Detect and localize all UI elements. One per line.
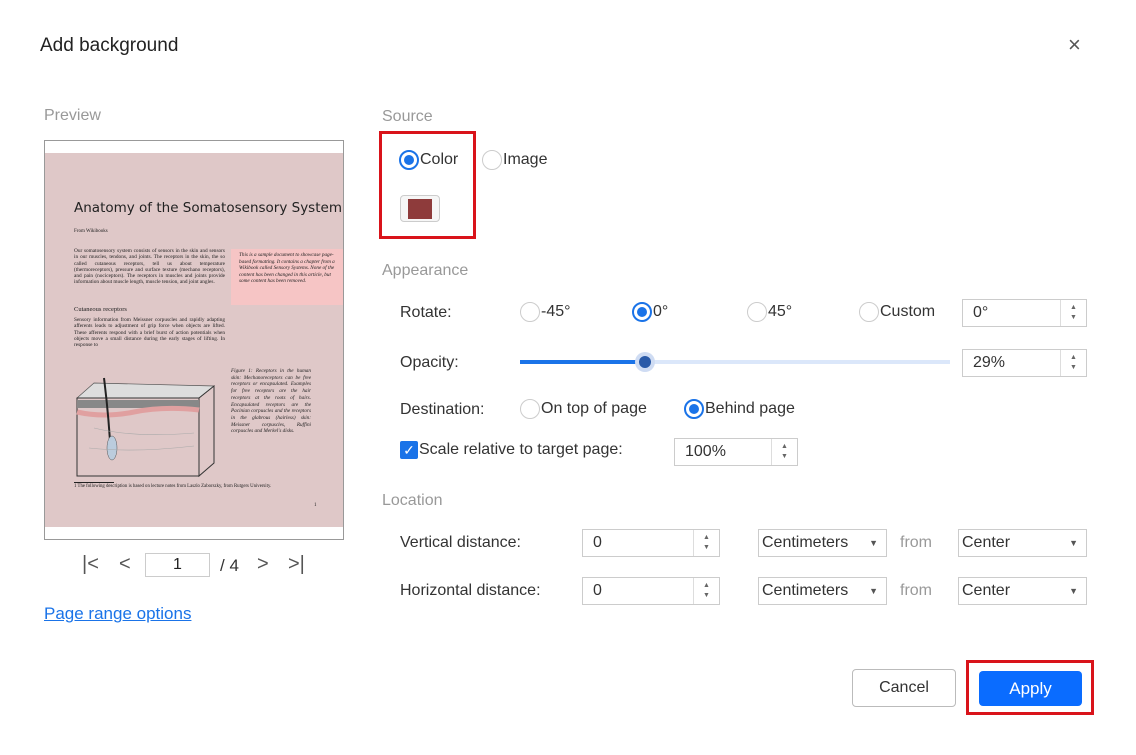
color-option-label: Color (420, 151, 459, 168)
radio-icon (520, 302, 540, 322)
horizontal-from-value: Center (962, 582, 1011, 599)
vertical-unit-value: Centimeters (762, 534, 849, 551)
scale-stepper[interactable]: 100% ▲ ▼ (674, 438, 798, 466)
page-preview: Anatomy of the Somatosensory System From… (44, 140, 344, 540)
destination-on-top-radio[interactable]: On top of page (520, 399, 647, 419)
color-swatch (408, 199, 432, 219)
preview-doc-title: Anatomy of the Somatosensory System (74, 200, 342, 216)
radio-selected-icon (684, 399, 704, 419)
cancel-button[interactable]: Cancel (852, 669, 956, 707)
radio-icon (520, 399, 540, 419)
source-label: Source (382, 108, 433, 125)
stepper-arrows-icon[interactable]: ▲ ▼ (693, 578, 719, 604)
preview-label: Preview (44, 107, 101, 124)
preview-caption: Figure 1: Receptors in the human skin: M… (231, 368, 311, 435)
rotate-option-label: 45° (768, 303, 793, 320)
rotate-option-label: -45° (541, 303, 571, 320)
chevron-down-icon: ▼ (869, 586, 878, 596)
total-pages: / 4 (220, 556, 239, 575)
first-page-icon[interactable]: |< (82, 553, 99, 576)
page-number-input[interactable]: 1 (145, 553, 210, 577)
horizontal-distance-stepper[interactable]: 0 ▲ ▼ (582, 577, 720, 605)
preview-paragraph-2: Sensory information from Meissner corpus… (74, 317, 225, 349)
rotate-45-radio[interactable]: 45° (747, 302, 792, 322)
opacity-stepper[interactable]: 29% ▲ ▼ (962, 349, 1087, 377)
prev-page-icon[interactable]: < (119, 553, 131, 576)
radio-selected-icon (632, 302, 652, 322)
rotate-custom-radio[interactable]: Custom (859, 302, 935, 322)
source-color-radio[interactable]: Color (399, 150, 458, 170)
radio-icon (747, 302, 767, 322)
vertical-from-value: Center (962, 534, 1011, 551)
source-highlight (379, 131, 476, 239)
location-label: Location (382, 492, 443, 509)
apply-button[interactable]: Apply (979, 671, 1082, 706)
source-image-radio[interactable]: Image (482, 150, 547, 170)
destination-option-label: On top of page (541, 400, 647, 417)
destination-option-label: Behind page (705, 400, 795, 417)
destination-behind-radio[interactable]: Behind page (684, 399, 795, 419)
preview-footnote: 1 The following description is based on … (74, 484, 272, 489)
preview-from: From Wikibooks (74, 229, 108, 234)
next-page-icon[interactable]: > (257, 553, 269, 576)
horizontal-value: 0 (593, 582, 602, 599)
preview-page-number: 1 (314, 503, 317, 508)
rotate-label: Rotate: (400, 304, 452, 321)
dialog-title: Add background (40, 35, 179, 56)
last-page-icon[interactable]: >| (288, 553, 305, 576)
opacity-value: 29% (973, 354, 1006, 371)
color-picker-button[interactable] (400, 195, 440, 222)
chevron-down-icon: ▼ (1069, 538, 1078, 548)
stepper-arrows-icon[interactable]: ▲ ▼ (1060, 300, 1086, 326)
appearance-label: Appearance (382, 262, 469, 279)
horizontal-unit-value: Centimeters (762, 582, 849, 599)
rotate-custom-stepper[interactable]: 0° ▲ ▼ (962, 299, 1087, 327)
from-label: from (900, 534, 932, 551)
footnote-rule (74, 482, 114, 483)
vertical-unit-select[interactable]: Centimeters ▼ (758, 529, 887, 557)
radio-selected-icon (399, 150, 419, 170)
preview-heading: Cutaneous receptors (74, 306, 127, 313)
horizontal-distance-label: Horizontal distance: (400, 582, 541, 599)
rotate-0-radio[interactable]: 0° (632, 302, 668, 322)
rotate-option-label: 0° (653, 303, 669, 320)
preview-note: This is a sample document to showcase pa… (231, 249, 343, 305)
close-icon[interactable]: × (1068, 32, 1081, 58)
stepper-arrows-icon[interactable]: ▲ ▼ (771, 439, 797, 465)
page-range-options-link[interactable]: Page range options (44, 604, 191, 624)
opacity-slider[interactable] (520, 350, 950, 374)
radio-icon (482, 150, 502, 170)
vertical-distance-stepper[interactable]: 0 ▲ ▼ (582, 529, 720, 557)
horizontal-from-select[interactable]: Center ▼ (958, 577, 1087, 605)
stepper-arrows-icon[interactable]: ▲ ▼ (693, 530, 719, 556)
from-label: from (900, 582, 932, 599)
rotate-value: 0° (973, 304, 989, 321)
scale-checkbox[interactable]: ✓ Scale relative to target page: (400, 441, 623, 459)
rotate-minus45-radio[interactable]: -45° (520, 302, 571, 322)
slider-fill (520, 360, 645, 364)
chevron-down-icon: ▼ (1069, 586, 1078, 596)
stepper-arrows-icon[interactable]: ▲ ▼ (1060, 350, 1086, 376)
slider-thumb[interactable] (634, 352, 655, 372)
checkbox-checked-icon: ✓ (400, 441, 418, 459)
chevron-down-icon: ▼ (869, 538, 878, 548)
radio-icon (859, 302, 879, 322)
skin-figure (76, 377, 215, 478)
vertical-distance-label: Vertical distance: (400, 534, 521, 551)
vertical-from-select[interactable]: Center ▼ (958, 529, 1087, 557)
horizontal-unit-select[interactable]: Centimeters ▼ (758, 577, 887, 605)
scale-label: Scale relative to target page: (419, 441, 623, 458)
destination-label: Destination: (400, 401, 485, 418)
preview-paragraph-1: Our somatosensory system consists of sen… (74, 248, 225, 286)
image-option-label: Image (503, 151, 548, 168)
rotate-option-label: Custom (880, 303, 936, 320)
opacity-label: Opacity: (400, 354, 459, 371)
scale-value: 100% (685, 443, 726, 460)
vertical-value: 0 (593, 534, 602, 551)
